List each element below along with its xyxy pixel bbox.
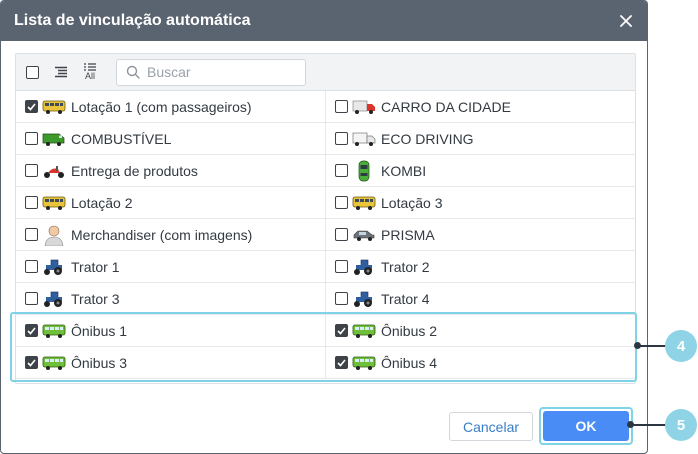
callout-5-badge: 5 <box>665 409 697 441</box>
truck-red-icon <box>351 96 377 118</box>
unit-label: Ônibus 3 <box>71 354 128 371</box>
unit-checkbox[interactable] <box>25 260 38 273</box>
show-all-label: All <box>84 71 95 81</box>
unit-list-item[interactable]: Ônibus 4 <box>326 347 635 379</box>
unit-label: Trator 4 <box>381 290 430 307</box>
unit-label: Entrega de produtos <box>71 162 198 179</box>
callout-4-badge: 4 <box>665 330 697 362</box>
unit-list-item[interactable]: Ônibus 3 <box>16 347 326 379</box>
bus-green-icon <box>351 320 377 342</box>
car-green-topview-icon <box>351 160 377 182</box>
truck-white-icon <box>351 128 377 150</box>
unit-list-item[interactable]: Trator 3 <box>16 283 326 315</box>
unit-checkbox-checked[interactable] <box>335 324 348 337</box>
unit-checkbox[interactable] <box>25 228 38 241</box>
bus-yellow-icon <box>41 96 67 118</box>
unit-checkbox[interactable] <box>335 260 348 273</box>
unit-list-item[interactable]: COMBUSTÍVEL <box>16 123 326 155</box>
unit-label: COMBUSTÍVEL <box>71 130 172 147</box>
unit-grid: Lotação 1 (com passageiros) CARRO DA CIDA… <box>16 91 635 379</box>
unit-checkbox-checked[interactable] <box>25 100 38 113</box>
unit-label: Merchandiser (com imagens) <box>71 226 253 243</box>
unit-checkbox[interactable] <box>25 132 38 145</box>
callout-4-dot <box>634 342 641 349</box>
select-all-checkbox[interactable] <box>26 65 39 79</box>
unit-list-item[interactable]: CARRO DA CIDADE <box>326 91 635 123</box>
bus-yellow-icon <box>351 192 377 214</box>
unit-label: PRISMA <box>381 226 435 243</box>
unit-list-item[interactable]: Lotação 1 (com passageiros) <box>16 91 326 123</box>
bus-green-icon <box>41 320 67 342</box>
bus-green-icon <box>351 352 377 374</box>
unit-list-item[interactable]: Trator 4 <box>326 283 635 315</box>
unit-label: CARRO DA CIDADE <box>381 98 511 115</box>
unit-label: Trator 3 <box>71 290 120 307</box>
toolbar: All <box>16 54 635 91</box>
show-all-icon[interactable]: All <box>83 62 97 82</box>
unit-list-item[interactable]: PRISMA <box>326 219 635 251</box>
search-input[interactable] <box>147 64 297 80</box>
unit-label: Trator 1 <box>71 258 120 275</box>
unit-label: Ônibus 1 <box>71 322 128 339</box>
units-panel: All Lotação 1 (com passageiros) CARRO DA … <box>15 53 636 384</box>
unit-list-item[interactable]: Ônibus 2 <box>326 315 635 347</box>
unit-label: Ônibus 4 <box>381 354 438 371</box>
unit-checkbox[interactable] <box>25 164 38 177</box>
unit-checkbox[interactable] <box>335 228 348 241</box>
unit-checkbox[interactable] <box>25 196 38 209</box>
unit-label: Ônibus 2 <box>381 322 438 339</box>
dialog-title: Lista de vinculação automática <box>14 12 251 29</box>
unit-list-item[interactable]: Ônibus 1 <box>16 315 326 347</box>
car-gray-icon <box>351 224 377 246</box>
van-green-icon <box>41 128 67 150</box>
scooter-red-icon <box>41 160 67 182</box>
search-box[interactable] <box>116 58 306 86</box>
unit-checkbox-checked[interactable] <box>25 356 38 369</box>
unit-list-item[interactable]: Lotação 3 <box>326 187 635 219</box>
tractor-blue-icon <box>351 256 377 278</box>
unit-checkbox[interactable] <box>335 164 348 177</box>
unit-list-item[interactable]: Lotação 2 <box>16 187 326 219</box>
unit-checkbox-checked[interactable] <box>335 356 348 369</box>
unit-label: Lotação 2 <box>71 194 133 211</box>
unit-label: Lotação 3 <box>381 194 443 211</box>
unit-checkbox[interactable] <box>335 132 348 145</box>
bus-yellow-icon <box>41 192 67 214</box>
unit-checkbox[interactable] <box>335 196 348 209</box>
bus-green-icon <box>41 352 67 374</box>
unit-label: KOMBI <box>381 162 427 179</box>
tractor-blue-icon <box>41 256 67 278</box>
dialog-titlebar: Lista de vinculação automática <box>1 1 647 41</box>
person-icon <box>41 224 67 246</box>
close-icon[interactable] <box>617 12 635 30</box>
tractor-blue-icon <box>351 288 377 310</box>
unit-checkbox[interactable] <box>25 292 38 305</box>
unit-list-item[interactable]: Entrega de produtos <box>16 155 326 187</box>
unit-list-item[interactable]: Trator 2 <box>326 251 635 283</box>
cancel-button[interactable]: Cancelar <box>449 412 533 441</box>
unit-label: ECO DRIVING <box>381 130 474 147</box>
indent-list-icon[interactable] <box>54 65 68 79</box>
dialog: Lista de vinculação automática All Lotaç… <box>0 0 648 454</box>
callout-5-dot <box>627 421 634 428</box>
unit-checkbox[interactable] <box>335 100 348 113</box>
unit-checkbox[interactable] <box>335 292 348 305</box>
unit-list-item[interactable]: Merchandiser (com imagens) <box>16 219 326 251</box>
unit-label: Lotação 1 (com passageiros) <box>71 98 252 115</box>
unit-list-item[interactable]: Trator 1 <box>16 251 326 283</box>
unit-checkbox-checked[interactable] <box>25 324 38 337</box>
unit-list-item[interactable]: KOMBI <box>326 155 635 187</box>
ok-button[interactable]: OK <box>543 411 629 441</box>
search-icon <box>126 65 140 79</box>
unit-list-item[interactable]: ECO DRIVING <box>326 123 635 155</box>
unit-label: Trator 2 <box>381 258 430 275</box>
tractor-blue-icon <box>41 288 67 310</box>
